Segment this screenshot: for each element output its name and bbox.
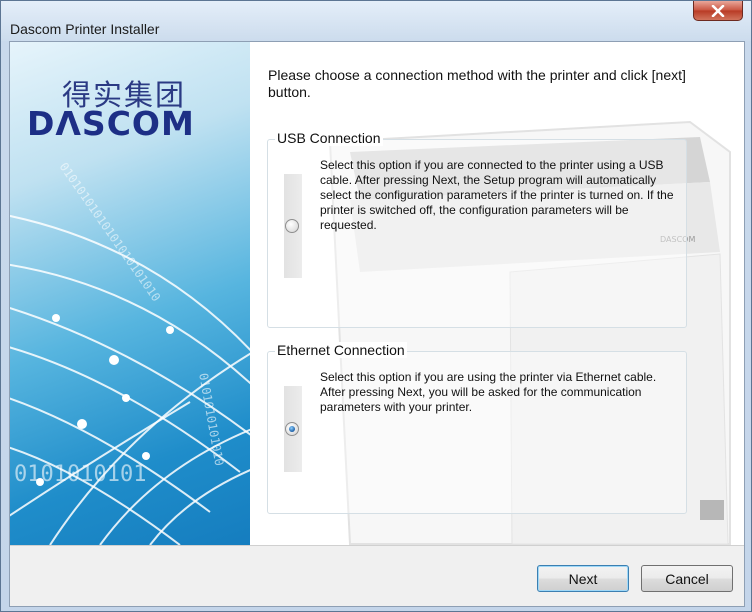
close-icon [711,4,725,17]
ethernet-radio-track [284,386,302,472]
window-title: Dascom Printer Installer [10,21,160,37]
installer-window: Dascom Printer Installer 得实集团 DΛSCOM 010… [0,0,752,612]
ethernet-connection-group[interactable]: Ethernet Connection Select this option i… [267,342,687,514]
usb-radio-track [284,174,302,278]
usb-connection-radio[interactable] [285,219,299,233]
brand-logo: DΛSCOM [27,104,195,143]
instruction-text: Please choose a connection method with t… [268,67,686,100]
next-button[interactable]: Next [537,565,629,592]
close-button[interactable] [693,1,743,21]
ethernet-connection-label: Ethernet Connection [275,342,407,358]
binary-pattern-bottom: 0101010101 [14,462,147,487]
usb-connection-label: USB Connection [275,130,383,146]
cancel-button[interactable]: Cancel [641,565,733,592]
ethernet-connection-description: Select this option if you are using the … [320,370,657,414]
content-panel: DASCOM Please choose a connection method… [250,42,744,545]
ethernet-connection-radio[interactable] [285,422,299,436]
usb-connection-description: Select this option if you are connected … [320,158,674,232]
title-bar[interactable]: Dascom Printer Installer [1,1,751,41]
dialog-client-area: 得实集团 DΛSCOM 01010101010101010101010 0101… [9,41,745,607]
footer-separator [10,545,744,546]
branding-banner: 得实集团 DΛSCOM 01010101010101010101010 0101… [10,42,250,545]
usb-connection-group[interactable]: USB Connection Select this option if you… [267,130,687,328]
